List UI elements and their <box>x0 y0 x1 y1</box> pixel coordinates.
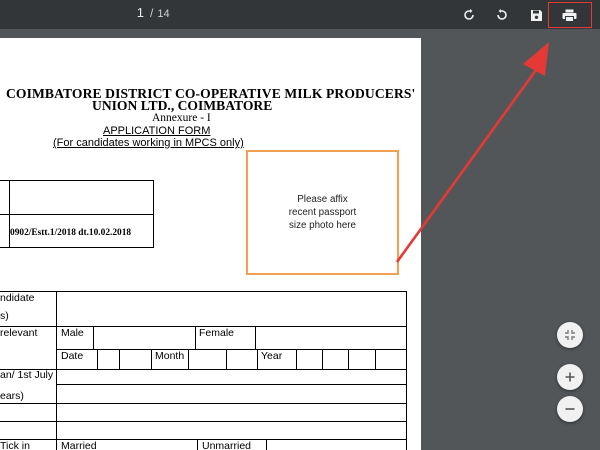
zoom-out-icon <box>565 408 575 410</box>
zoom-in-icon <box>565 372 575 382</box>
fit-to-page-icon <box>565 330 575 340</box>
annotation-arrow <box>395 42 549 263</box>
zoom-in-button[interactable] <box>557 364 583 390</box>
zoom-out-button[interactable] <box>557 396 583 422</box>
fit-to-page-button[interactable] <box>557 322 583 348</box>
